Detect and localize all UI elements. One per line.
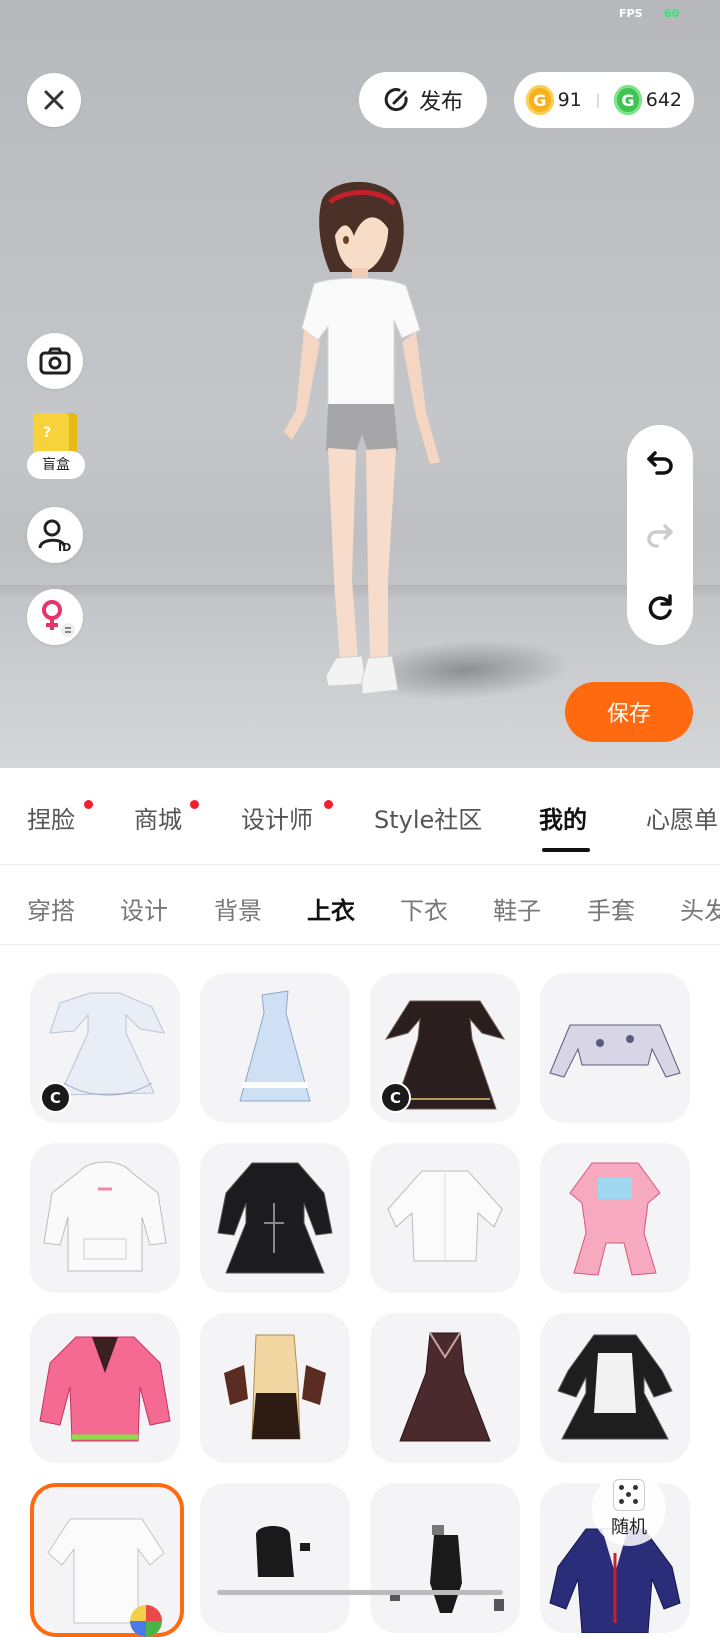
undo-icon[interactable] (645, 447, 675, 477)
item-card[interactable] (200, 973, 350, 1123)
pink-idol-outfit-thumbnail (569, 1162, 661, 1276)
svg-text:ID: ID (58, 541, 71, 552)
main-tab-bar: 捏脸 商城 设计师 Style社区 我的 心愿单 (0, 768, 720, 864)
gender-swap-button[interactable] (27, 589, 83, 645)
gender-swap-icon (42, 600, 75, 637)
fps-label: FPS (619, 7, 643, 20)
floral-crop-top-thumbnail (549, 1024, 681, 1078)
blind-box-icon: ? (33, 413, 77, 455)
item-card-selected[interactable] (30, 1483, 184, 1637)
pink-jacket-thumbnail (39, 1336, 171, 1442)
subtab-tops[interactable]: 上衣 (307, 891, 355, 926)
tab-designer[interactable]: 设计师 (241, 800, 313, 835)
item-card[interactable] (30, 1143, 180, 1293)
blind-box-button[interactable]: ? 盲盒 (27, 413, 87, 485)
item-card[interactable] (370, 1313, 520, 1463)
white-hoodie-thumbnail (43, 1161, 167, 1272)
tab-face-dot (84, 800, 93, 809)
green-coin-icon: G (614, 85, 642, 115)
creator-badge-icon: C (382, 1084, 409, 1111)
light-blue-dress-thumbnail (239, 990, 311, 1102)
tab-designer-dot (324, 800, 333, 809)
gold-coin-icon: G (526, 85, 554, 115)
tab-shop[interactable]: 商城 (134, 800, 182, 835)
color-wheel-icon[interactable] (128, 1603, 164, 1637)
dark-brown-dress-thumbnail (399, 1332, 491, 1442)
white-shirt-thumbnail (387, 1170, 503, 1262)
currency-panel[interactable]: G 91 | G 642 (514, 72, 694, 128)
subtab-gloves[interactable]: 手套 (587, 891, 635, 926)
fps-value: 60 (664, 7, 680, 20)
random-button[interactable]: 随机 (592, 1472, 666, 1546)
camera-icon (39, 347, 71, 375)
item-card[interactable]: C (370, 973, 520, 1123)
subtab-outfits[interactable]: 穿搭 (27, 891, 75, 926)
close-icon (44, 90, 64, 110)
redo-icon[interactable] (645, 520, 675, 550)
dice-icon (613, 1479, 645, 1511)
gold-coin-count: 91 (557, 89, 582, 111)
item-card[interactable] (370, 1143, 520, 1293)
black-lolita-dress-thumbnail (217, 1162, 333, 1274)
item-card[interactable] (540, 1313, 690, 1463)
subtab-shoes[interactable]: 鞋子 (493, 891, 541, 926)
subtab-background[interactable]: 背景 (214, 891, 262, 926)
camera-button[interactable] (27, 333, 83, 389)
history-panel (627, 425, 693, 645)
item-card[interactable] (200, 1313, 350, 1463)
home-indicator[interactable] (217, 1590, 503, 1595)
tab-mine[interactable]: 我的 (539, 800, 587, 835)
blind-box-label: 盲盒 (27, 451, 85, 479)
subtab-bottoms[interactable]: 下衣 (400, 891, 448, 926)
subtab-hair[interactable]: 头发 (680, 891, 720, 926)
item-card[interactable] (370, 1483, 520, 1633)
tab-face[interactable]: 捏脸 (27, 800, 75, 835)
subtab-design[interactable]: 设计 (120, 891, 168, 926)
maid-dress-thumbnail (557, 1334, 673, 1440)
save-button[interactable]: 保存 (565, 682, 693, 742)
coin-separator: | (595, 92, 601, 108)
close-button[interactable] (27, 73, 81, 127)
publish-label: 发布 (418, 90, 463, 115)
black-swimsuit-thumbnail (390, 1525, 504, 1613)
creator-badge-icon: C (42, 1084, 69, 1111)
black-top-thumbnail (256, 1526, 310, 1577)
sub-tab-bar: 穿搭 设计 背景 上衣 下衣 鞋子 手套 头发 (0, 865, 720, 945)
cream-black-outfit-thumbnail (224, 1334, 326, 1440)
publish-icon (384, 88, 408, 112)
active-tab-indicator (542, 848, 590, 852)
publish-button[interactable]: 发布 (359, 72, 487, 128)
avatar-figure (284, 181, 440, 695)
item-card[interactable] (540, 973, 690, 1123)
avatar-viewport[interactable]: FPS 60 发布 G 91 | G 642 ? 盲盒 ID 保存 (0, 0, 720, 768)
tab-shop-dot (190, 800, 199, 809)
random-label: 随机 (611, 1517, 647, 1538)
item-card[interactable] (200, 1483, 350, 1633)
tab-wishlist[interactable]: 心愿单 (646, 800, 718, 835)
tab-style-community[interactable]: Style社区 (374, 800, 482, 835)
item-card[interactable] (540, 1143, 690, 1293)
item-card[interactable]: C (30, 973, 180, 1123)
green-coin-count: 642 (645, 89, 682, 111)
item-card[interactable] (200, 1143, 350, 1293)
item-card[interactable] (30, 1313, 180, 1463)
avatar-id-button[interactable]: ID (27, 507, 83, 563)
id-icon: ID (38, 519, 71, 552)
reset-icon[interactable] (645, 593, 675, 623)
